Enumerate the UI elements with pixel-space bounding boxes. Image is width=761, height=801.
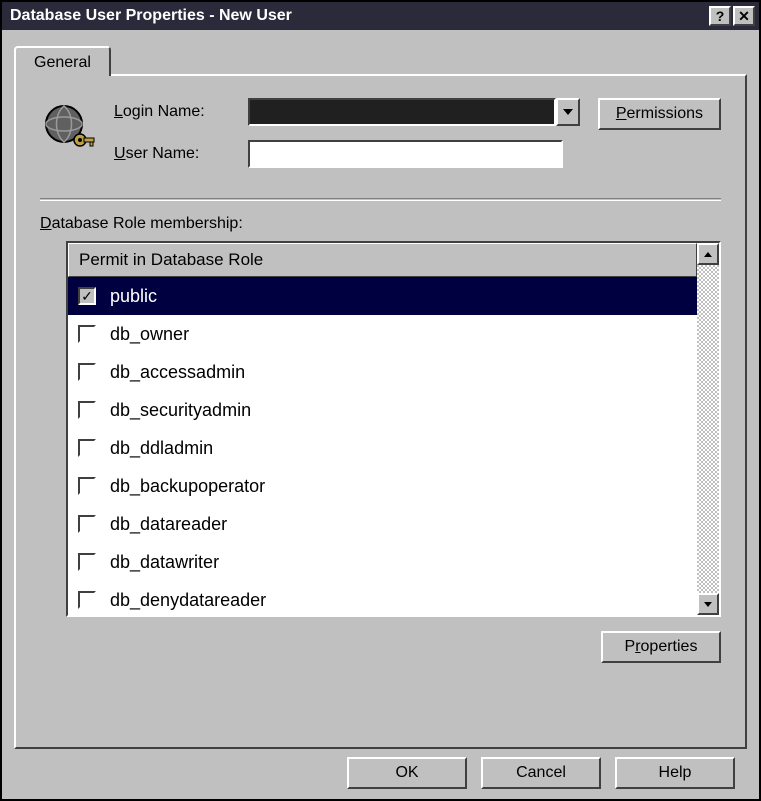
client-area: General Lo	[2, 30, 759, 799]
role-row[interactable]: db_datawriter	[68, 543, 697, 581]
role-row[interactable]: db_ddladmin	[68, 429, 697, 467]
role-label: db_denydatareader	[110, 585, 266, 615]
tab-strip: General	[14, 44, 747, 74]
role-label: db_datareader	[110, 509, 227, 539]
role-checkbox[interactable]	[78, 515, 96, 533]
role-label: db_datawriter	[110, 547, 219, 577]
chevron-down-icon	[563, 109, 573, 115]
tab-general-label: General	[34, 54, 91, 71]
role-checkbox[interactable]	[78, 439, 96, 457]
scroll-down-button[interactable]	[697, 593, 719, 615]
login-name-combo[interactable]	[248, 98, 580, 126]
window-title: Database User Properties - New User	[10, 7, 709, 25]
question-icon: ?	[716, 9, 725, 23]
login-name-label: Login Name:	[114, 103, 238, 121]
role-label: db_owner	[110, 319, 189, 349]
login-name-value[interactable]	[248, 98, 556, 126]
role-label: db_backupoperator	[110, 471, 265, 501]
chevron-down-icon	[704, 602, 712, 607]
user-name-input[interactable]	[248, 140, 563, 168]
scroll-up-button[interactable]	[697, 243, 719, 265]
close-titlebar-button[interactable]: ✕	[733, 6, 755, 26]
role-label: db_accessadmin	[110, 357, 245, 387]
dialog-window: Database User Properties - New User ? ✕ …	[0, 0, 761, 801]
tab-general[interactable]: General	[14, 46, 111, 76]
login-name-dropdown-button[interactable]	[556, 98, 580, 126]
role-label: db_ddladmin	[110, 433, 213, 463]
roles-listbox[interactable]: Permit in Database Role ✓ public db_ownerd…	[66, 241, 721, 617]
dialog-button-row: OK Cancel Help	[14, 749, 747, 789]
role-row[interactable]: db_denydatareader	[68, 581, 697, 615]
role-checkbox[interactable]	[78, 477, 96, 495]
role-checkbox[interactable]	[78, 401, 96, 419]
tab-panel-general: Login Name: User Name: Pe	[14, 74, 747, 749]
permissions-button[interactable]: Permissions	[598, 98, 721, 130]
separator	[40, 198, 721, 201]
globe-key-icon	[40, 100, 96, 156]
role-membership-label: Database Role membership:	[40, 215, 721, 233]
role-row[interactable]: db_securityadmin	[68, 391, 697, 429]
cancel-button[interactable]: Cancel	[481, 757, 601, 789]
roles-scrollbar[interactable]	[697, 243, 719, 615]
role-checkbox[interactable]	[78, 553, 96, 571]
titlebar: Database User Properties - New User ? ✕	[2, 2, 759, 30]
close-icon: ✕	[738, 9, 750, 23]
chevron-up-icon	[704, 252, 712, 257]
help-titlebar-button[interactable]: ?	[709, 6, 731, 26]
role-checkbox[interactable]: ✓	[78, 287, 96, 305]
role-checkbox[interactable]	[78, 325, 96, 343]
role-label: public	[110, 281, 157, 311]
help-button[interactable]: Help	[615, 757, 735, 789]
role-row[interactable]: db_owner	[68, 315, 697, 353]
role-checkbox[interactable]	[78, 591, 96, 609]
role-row[interactable]: db_accessadmin	[68, 353, 697, 391]
user-name-label: User Name:	[114, 145, 238, 163]
role-row[interactable]: ✓ public	[68, 277, 697, 315]
role-label: db_securityadmin	[110, 395, 251, 425]
roles-list-header: Permit in Database Role	[68, 243, 697, 277]
role-row[interactable]: db_backupoperator	[68, 467, 697, 505]
ok-button[interactable]: OK	[347, 757, 467, 789]
role-checkbox[interactable]	[78, 363, 96, 381]
role-row[interactable]: db_datareader	[68, 505, 697, 543]
properties-button[interactable]: Properties	[601, 631, 721, 663]
